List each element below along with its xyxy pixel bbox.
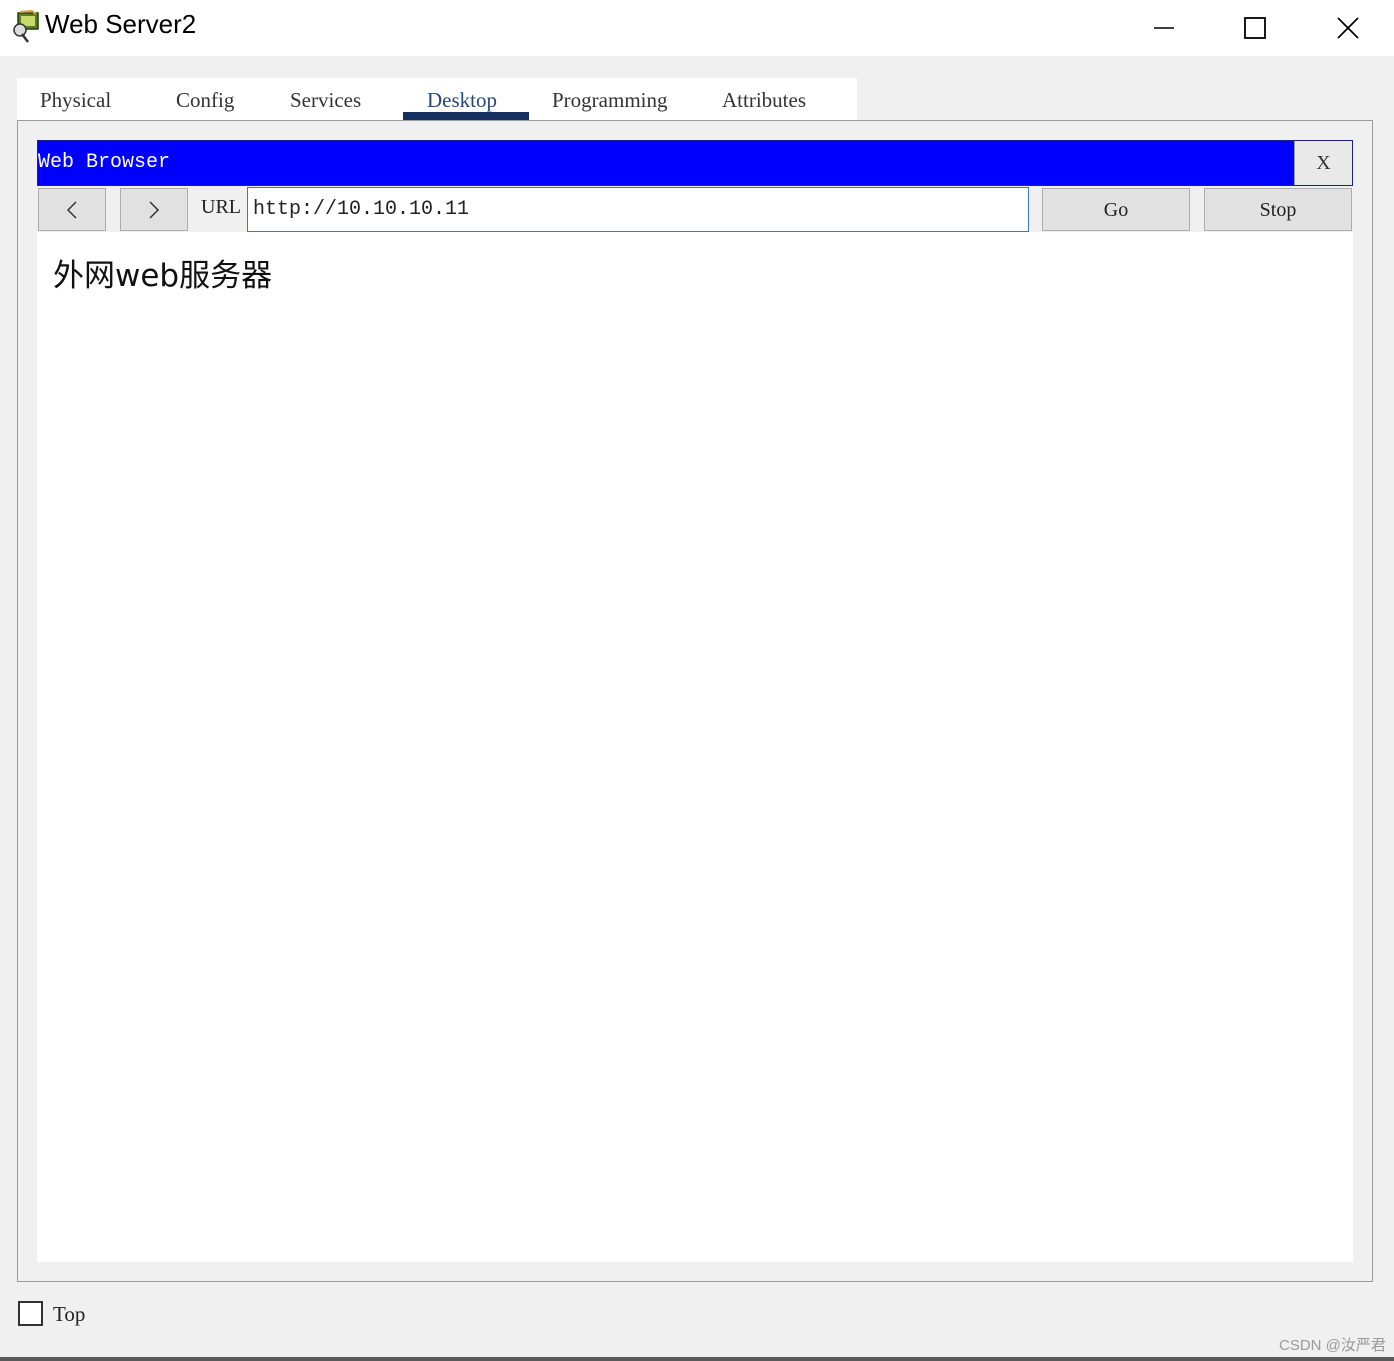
back-button[interactable] xyxy=(38,188,106,231)
forward-button[interactable] xyxy=(120,188,188,231)
page-heading: 外网web服务器 xyxy=(53,258,273,294)
bottom-border xyxy=(0,1357,1394,1361)
minimize-icon xyxy=(1154,27,1174,29)
top-checkbox-label: Top xyxy=(53,1302,86,1326)
maximize-icon xyxy=(1244,17,1266,39)
chevron-left-icon xyxy=(66,200,77,219)
close-window-button[interactable] xyxy=(1302,0,1394,56)
top-checkbox[interactable] xyxy=(18,1301,43,1326)
window-titlebar: Web Server2 xyxy=(0,0,1394,56)
tab-services[interactable]: Services xyxy=(290,78,361,120)
browser-header: Web Browser xyxy=(37,140,1353,186)
chevron-right-icon xyxy=(149,200,160,219)
active-tab-indicator xyxy=(403,112,529,120)
tab-config[interactable]: Config xyxy=(176,78,234,120)
browser-close-button[interactable]: X xyxy=(1294,141,1352,185)
tab-physical[interactable]: Physical xyxy=(40,78,111,120)
server-app-icon xyxy=(13,10,39,43)
maximize-button[interactable] xyxy=(1209,0,1301,56)
go-button[interactable]: Go xyxy=(1042,188,1190,231)
tab-programming[interactable]: Programming xyxy=(552,78,668,120)
url-label: URL xyxy=(201,196,241,218)
browser-viewport: 外网web服务器 xyxy=(37,232,1353,1262)
close-icon xyxy=(1337,17,1359,39)
stop-button[interactable]: Stop xyxy=(1204,188,1352,231)
browser-title: Web Browser xyxy=(38,151,171,174)
minimize-button[interactable] xyxy=(1118,0,1210,56)
tab-attributes[interactable]: Attributes xyxy=(722,78,806,120)
url-input[interactable]: http://10.10.10.11 xyxy=(247,187,1029,232)
window-title: Web Server2 xyxy=(45,9,197,39)
watermark: CSDN @汝严君 xyxy=(1279,1337,1386,1354)
